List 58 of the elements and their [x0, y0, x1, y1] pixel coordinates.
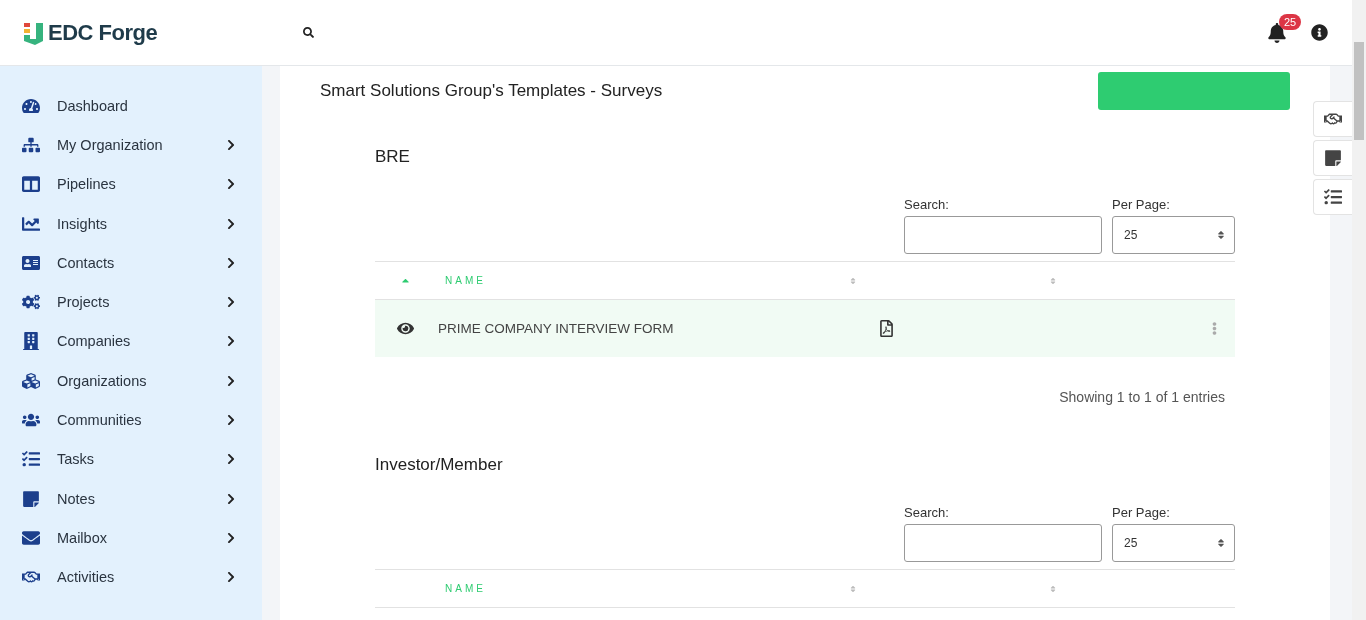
sidebar-item[interactable]: My Organization	[0, 125, 262, 165]
per-page-select[interactable]: 25	[1112, 216, 1235, 254]
search-label: Search:	[904, 197, 950, 212]
list-icon	[1324, 188, 1342, 206]
notification-badge: 25	[1279, 13, 1302, 30]
gears-icon	[22, 293, 40, 312]
sort-icon[interactable]	[849, 584, 857, 593]
up-down-arrows-icon	[1216, 230, 1226, 240]
building-icon	[22, 332, 40, 351]
sidebar-item[interactable]: Notes	[0, 478, 262, 519]
per-page-select[interactable]: 25	[1112, 524, 1235, 562]
section-title: BRE	[375, 147, 411, 167]
sort-icon[interactable]	[1049, 584, 1057, 593]
envelope-icon	[22, 528, 40, 547]
contact-card-icon	[22, 253, 40, 272]
sidebar-item[interactable]: Organizations	[0, 361, 262, 401]
table-cell-text: PRIME COMPANY INTERVIEW FORM	[437, 321, 675, 336]
sort-icon[interactable]	[1049, 276, 1057, 285]
up-down-arrows-icon	[1216, 538, 1226, 548]
sidebar-item[interactable]: Tasks	[0, 439, 262, 479]
entries-count: Showing 1 to 1 of 1 entries	[1058, 389, 1226, 405]
page-title: Smart Solutions Group's Templates - Surveys	[320, 81, 663, 101]
table-row[interactable]: PRIME COMPANY INTERVIEW FORM	[375, 300, 1235, 357]
sidebar-item[interactable]: Contacts	[0, 243, 262, 283]
eye-icon[interactable]	[396, 320, 414, 337]
hierarchy-icon	[22, 135, 40, 154]
list-icon	[22, 450, 40, 469]
section-title: Investor/Member	[375, 455, 504, 475]
logo[interactable]: EDC Forge	[48, 19, 158, 46]
sidebar-item[interactable]: Activities	[0, 557, 262, 597]
sidebar-item[interactable]: Insights	[0, 203, 262, 244]
info-icon[interactable]	[1311, 24, 1328, 41]
sidebar-item[interactable]: Mailbox	[0, 518, 262, 558]
note-icon	[1324, 149, 1342, 167]
board-icon	[22, 175, 40, 194]
gauge-icon	[22, 96, 40, 115]
list-button[interactable]	[1313, 179, 1352, 215]
per-page-label: Per Page:	[1112, 505, 1171, 520]
note-button[interactable]	[1313, 140, 1352, 176]
sidebar-item[interactable]: Projects	[0, 282, 262, 322]
logo-icon	[24, 20, 44, 45]
pdf-file-icon[interactable]	[878, 320, 895, 337]
handshake-button[interactable]	[1313, 101, 1352, 137]
search-icon[interactable]	[303, 27, 315, 38]
per-page-label: Per Page:	[1112, 197, 1171, 212]
line-chart-icon	[22, 214, 40, 233]
sidebar-item[interactable]: Communities	[0, 400, 262, 440]
note-icon	[22, 489, 40, 508]
search-field[interactable]	[904, 524, 1102, 562]
sort-icon[interactable]	[849, 276, 857, 285]
people-icon	[22, 411, 40, 429]
sidebar-item[interactable]: Pipelines	[0, 164, 262, 204]
search-label: Search:	[904, 505, 950, 520]
cubes-icon	[22, 371, 40, 390]
search-field[interactable]	[904, 216, 1102, 254]
sidebar-item[interactable]: Dashboard	[0, 86, 262, 126]
sidebar-item[interactable]: Companies	[0, 321, 262, 362]
scrollbar[interactable]	[1352, 0, 1366, 620]
